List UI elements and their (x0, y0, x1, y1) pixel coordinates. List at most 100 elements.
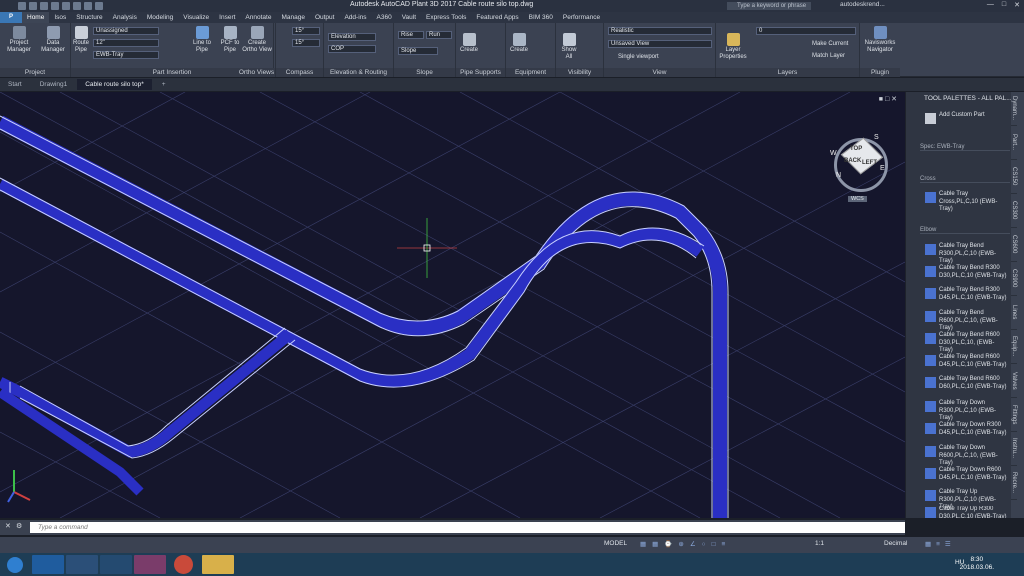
add-custom-part[interactable]: Add Custom Part (925, 112, 1007, 124)
wcs-menu[interactable]: WCS (848, 196, 867, 202)
palette-item[interactable]: Cable Tray Bend R600 D60,PL,C,10 (EWB-Tr… (925, 376, 1007, 391)
tab-analysis[interactable]: Analysis (108, 12, 142, 23)
explorer-icon[interactable] (202, 555, 234, 574)
cable-tray-route-upper[interactable] (0, 115, 729, 518)
line-to-pipe-button[interactable]: Line to Pipe (189, 26, 215, 54)
rise-field[interactable]: Rise (398, 31, 424, 39)
palette-tab[interactable]: Part... (1011, 126, 1017, 160)
palette-tab[interactable]: CS150 (1011, 160, 1017, 194)
palette-item[interactable]: Cable Tray Up R300 D30,PL,C,10 (EWB-Tray… (925, 506, 1007, 518)
match-layer-button[interactable]: Match Layer (812, 52, 845, 61)
tab-structure[interactable]: Structure (71, 12, 107, 23)
run-field[interactable]: Run (426, 31, 452, 39)
search-input[interactable]: Type a keyword or phrase (727, 2, 811, 10)
data-manager-button[interactable]: Data Manager (38, 26, 68, 54)
create-ortho-view-button[interactable]: Create Ortho View (240, 26, 274, 54)
palette-tab[interactable]: Lines (1011, 296, 1017, 330)
spec-select[interactable]: EWB-Tray (93, 51, 159, 59)
line-number-select[interactable]: Unassigned (93, 27, 159, 35)
size-select[interactable]: 12" (93, 39, 159, 47)
tab-visualize[interactable]: Visualize (178, 12, 214, 23)
units-select[interactable]: Decimal (884, 540, 907, 547)
palette-tab[interactable]: Fittings (1011, 398, 1017, 432)
palette-item[interactable]: Cable Tray Bend R600 D45,PL,C,10 (EWB-Tr… (925, 354, 1007, 369)
slope-field[interactable]: Slope (398, 47, 438, 55)
palette-item[interactable]: Cable Tray Down R600 D45,PL,C,10 (EWB-Tr… (925, 467, 1007, 482)
status-icons[interactable]: ▦≡☰ (925, 540, 956, 548)
save-icon[interactable] (134, 555, 166, 574)
viewport-window-controls[interactable]: ■ □ ✕ (879, 95, 897, 103)
model-space-toggle[interactable]: MODEL (604, 540, 627, 547)
palette-item[interactable]: Cable Tray Bend R600,PL,C,10, (EWB-Tray) (925, 310, 1007, 333)
palette-item[interactable]: Cable Tray Bend R600 D30,PL,C,10, (EWB-T… (925, 332, 1007, 355)
palette-item[interactable]: Cable Tray Down R300,PL,C,10 (EWB-Tray) (925, 400, 1007, 423)
doc-tab-cable-route[interactable]: Cable route silo top* (77, 79, 152, 90)
close-icon[interactable]: ✕ (5, 522, 11, 530)
chrome-icon[interactable] (174, 555, 193, 574)
palette-item[interactable]: Cable Tray Down R300 D45,PL,C,10 (EWB-Tr… (925, 422, 1007, 437)
layer-properties-button[interactable]: Layer Properties (718, 33, 748, 61)
command-input[interactable]: Type a command (30, 522, 905, 533)
status-toggles[interactable]: ▦▦⌚⊕∠○□≡ (640, 540, 731, 548)
viewport-config-select[interactable]: Single viewport (618, 53, 659, 62)
tab-annotate[interactable]: Annotate (240, 12, 276, 23)
user-sign-in[interactable]: autodeskrend... (840, 1, 885, 8)
cable-tray-branch[interactable] (0, 327, 296, 496)
compass-angle-2[interactable]: 15° (292, 39, 320, 47)
elevation-field[interactable]: Elevation (328, 33, 376, 41)
model-canvas[interactable] (0, 92, 905, 518)
viewcube[interactable]: TOP BACK LEFT W E N S WCS (826, 130, 896, 202)
outlook-icon[interactable] (32, 555, 64, 574)
tab-add-ins[interactable]: Add-ins (339, 12, 371, 23)
palette-tab[interactable]: CS300 (1011, 194, 1017, 228)
layer-select[interactable]: 0 (756, 27, 856, 35)
cop-select[interactable]: COP (328, 45, 376, 53)
quick-access-toolbar[interactable] (0, 2, 103, 10)
maximize-icon[interactable]: □ (1002, 1, 1006, 9)
compass-angle-1[interactable]: 15° (292, 27, 320, 35)
create-equipment-button[interactable]: Create (508, 33, 530, 54)
new-tab-button[interactable]: + (154, 79, 174, 90)
tab-manage[interactable]: Manage (276, 12, 310, 23)
tab-home[interactable]: Home (22, 12, 50, 23)
make-current-button[interactable]: Make Current (812, 40, 848, 49)
show-all-button[interactable]: Show All (558, 33, 580, 61)
palette-item[interactable]: Cable Tray Bend R300 D30,PL,C,10 (EWB-Tr… (925, 265, 1007, 280)
autocad-icon[interactable] (66, 555, 98, 574)
tab-insert[interactable]: Insert (214, 12, 240, 23)
palette-tab[interactable]: Dynam... (1011, 92, 1017, 126)
tab-modeling[interactable]: Modeling (142, 12, 178, 23)
tab-bim-360[interactable]: BIM 360 (524, 12, 558, 23)
saved-view-select[interactable]: Unsaved View (608, 40, 712, 48)
tab-express-tools[interactable]: Express Tools (421, 12, 471, 23)
clock[interactable]: 8:30 2018.03.06. (960, 556, 994, 572)
palette-tab[interactable]: CS600 (1011, 228, 1017, 262)
palette-tab[interactable]: Equip... (1011, 330, 1017, 364)
create-support-button[interactable]: Create (458, 33, 480, 54)
tab-output[interactable]: Output (310, 12, 340, 23)
palette-tab[interactable]: Valves (1011, 364, 1017, 398)
doc-tab-start[interactable]: Start (0, 79, 30, 90)
palette-tab[interactable]: CS900 (1011, 262, 1017, 296)
start-button[interactable] (2, 555, 28, 574)
minimize-icon[interactable]: — (987, 1, 994, 9)
wrench-icon[interactable]: ⚙ (16, 522, 22, 530)
navisworks-navigator-button[interactable]: Navisworks Navigator (860, 26, 900, 54)
tab-isos[interactable]: Isos (49, 12, 71, 23)
route-pipe-button[interactable]: Route Pipe (71, 26, 91, 54)
doc-tab-drawing1[interactable]: Drawing1 (32, 79, 75, 90)
tab-featured-apps[interactable]: Featured Apps (471, 12, 523, 23)
palette-item[interactable]: Cable Tray Bend R300,PL,C,10 (EWB-Tray) (925, 243, 1007, 266)
visual-style-select[interactable]: Realistic (608, 27, 712, 35)
close-icon[interactable]: ✕ (1014, 1, 1020, 9)
model-viewport[interactable]: ■ □ ✕ TOP BACK LEFT W E N S WCS (0, 92, 905, 518)
palette-tab[interactable]: Instru... (1011, 432, 1017, 466)
project-manager-button[interactable]: Project Manager (4, 26, 34, 54)
app-logo[interactable]: P (0, 12, 22, 23)
autocad-2-icon[interactable] (100, 555, 132, 574)
palette-item[interactable]: Cable Tray Bend R300 D45,PL,C,10 (EWB-Tr… (925, 287, 1007, 302)
tab-a360[interactable]: A360 (372, 12, 397, 23)
annotation-scale[interactable]: 1:1 (815, 540, 824, 547)
palette-item[interactable]: Cable Tray Cross,PL,C,10 (EWB-Tray) (925, 191, 1007, 214)
tab-vault[interactable]: Vault (397, 12, 421, 23)
